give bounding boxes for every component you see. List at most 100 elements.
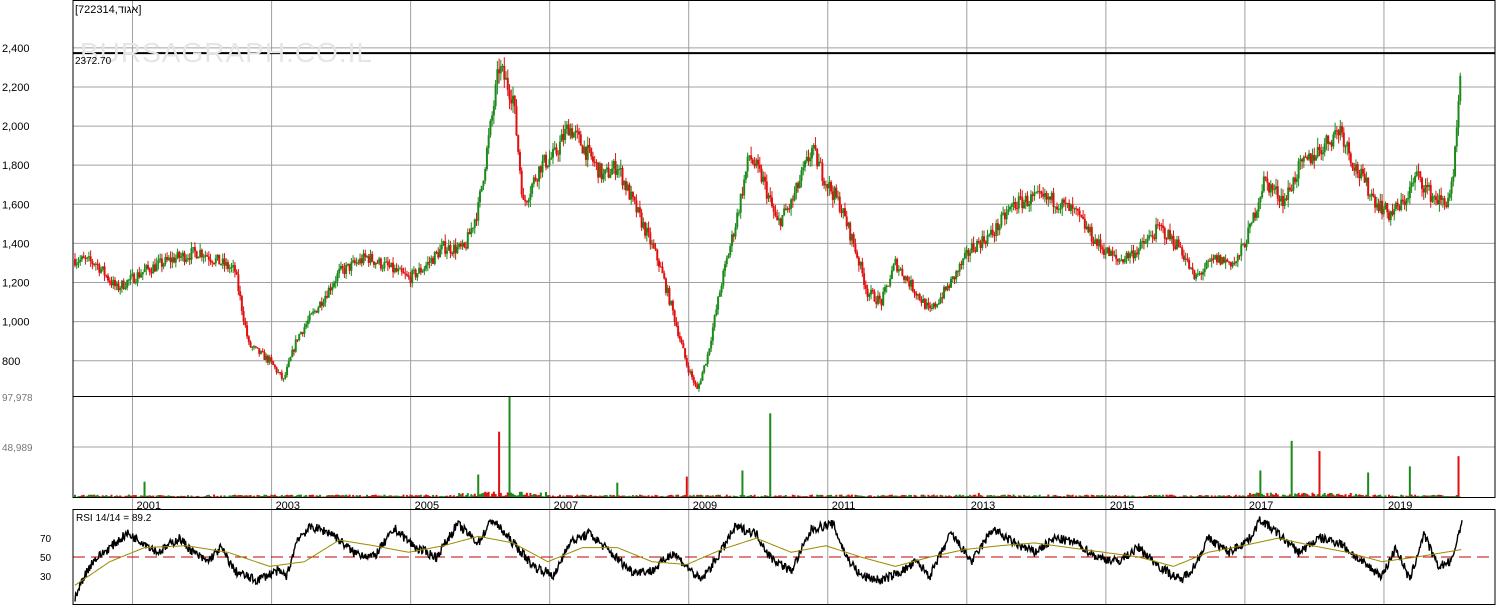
volume-bar (607, 496, 610, 497)
candle-body (1410, 182, 1413, 187)
candle-body (882, 291, 885, 306)
candle-body (310, 313, 313, 315)
candle-body (1016, 208, 1019, 210)
volume-bar (1118, 495, 1121, 497)
candle-body (656, 249, 659, 261)
candle-body (1240, 244, 1243, 256)
candle-body (1172, 235, 1175, 246)
volume-bar (553, 496, 556, 497)
volume-bar (505, 495, 508, 497)
volume-bar (1106, 496, 1109, 497)
candle-body (1394, 202, 1397, 210)
candle-body (958, 263, 961, 272)
candle-body (329, 287, 332, 291)
candle-body (1142, 241, 1145, 244)
candle-body (1080, 214, 1083, 217)
candle-body (804, 161, 806, 168)
candle-body (837, 196, 840, 198)
candle-body (1153, 237, 1156, 240)
candle-body (911, 280, 914, 292)
candle-body (291, 349, 294, 358)
candle-body (833, 187, 836, 200)
volume-bar (332, 495, 335, 497)
volume-bar (781, 496, 784, 497)
volume-spike (769, 413, 772, 497)
candle-body (668, 288, 671, 305)
volume-bar (677, 494, 680, 497)
candle-body (1389, 211, 1392, 221)
volume-bar (512, 493, 514, 497)
volume-bar (442, 496, 445, 497)
candle-body (1019, 196, 1022, 198)
candle-body (770, 197, 773, 207)
volume-bar (1200, 495, 1203, 497)
volume-bar (414, 495, 417, 497)
candle-body (991, 229, 994, 236)
candle-body (1097, 239, 1100, 246)
volume-bar (623, 495, 626, 497)
volume-bar (108, 496, 111, 497)
volume-bar (418, 495, 421, 497)
volume-bar (1278, 496, 1281, 497)
candle-body (430, 257, 433, 263)
candle-body (755, 159, 758, 167)
candle-body (470, 228, 473, 235)
candle-body (737, 212, 740, 214)
candle-body (468, 232, 471, 235)
candle-body (899, 268, 902, 270)
volume-bar (967, 495, 970, 497)
candle-body (701, 372, 704, 381)
volume-bar (357, 495, 360, 497)
candle-body (372, 261, 375, 265)
candle-body (256, 347, 259, 349)
candle-body (379, 258, 382, 269)
candle-body (1290, 189, 1293, 191)
candle-body (1323, 143, 1326, 153)
volume-bar (1113, 495, 1116, 497)
volume-bar (838, 494, 841, 497)
volume-bar (244, 495, 247, 497)
candle-body (760, 168, 763, 182)
candle-body (478, 191, 481, 203)
candle-body (1203, 268, 1206, 273)
candle-body (847, 222, 850, 227)
candle-body (823, 180, 826, 186)
volume-bar (899, 495, 902, 497)
volume-bar (1269, 492, 1272, 497)
volume-bar (1228, 495, 1231, 497)
volume-bar (863, 496, 866, 497)
candle-body (492, 105, 495, 116)
price-tick-label: 2,200 (2, 82, 30, 94)
volume-bar (525, 492, 528, 497)
volume-bar (392, 496, 395, 497)
volume-bar (1035, 495, 1038, 497)
candle-body (1242, 244, 1244, 246)
volume-bar (1129, 496, 1132, 497)
candle-body (1434, 196, 1437, 201)
volume-bar (263, 494, 266, 497)
candle-body (266, 355, 269, 363)
volume-bar (1374, 494, 1377, 497)
volume-bar (647, 495, 650, 497)
volume-bar (682, 495, 685, 497)
volume-bar (668, 495, 671, 497)
candle-body (965, 250, 968, 253)
volume-bar (390, 495, 393, 497)
candle-body (324, 296, 327, 303)
volume-bar (84, 496, 87, 497)
volume-bar (694, 496, 697, 497)
candle-body (1144, 243, 1147, 245)
volume-bar (887, 495, 890, 497)
candle-body (1104, 252, 1107, 255)
candle-body (421, 271, 424, 273)
candle-body (1337, 130, 1340, 136)
volume-bar (671, 495, 674, 497)
candle-body (1414, 175, 1417, 183)
volume-bar (1424, 495, 1427, 497)
candle-body (1045, 193, 1048, 200)
candle-body (969, 252, 972, 256)
volume-bar (591, 496, 594, 497)
candle-body (169, 257, 172, 263)
candle-body (404, 273, 407, 275)
candle-body (1236, 255, 1239, 262)
